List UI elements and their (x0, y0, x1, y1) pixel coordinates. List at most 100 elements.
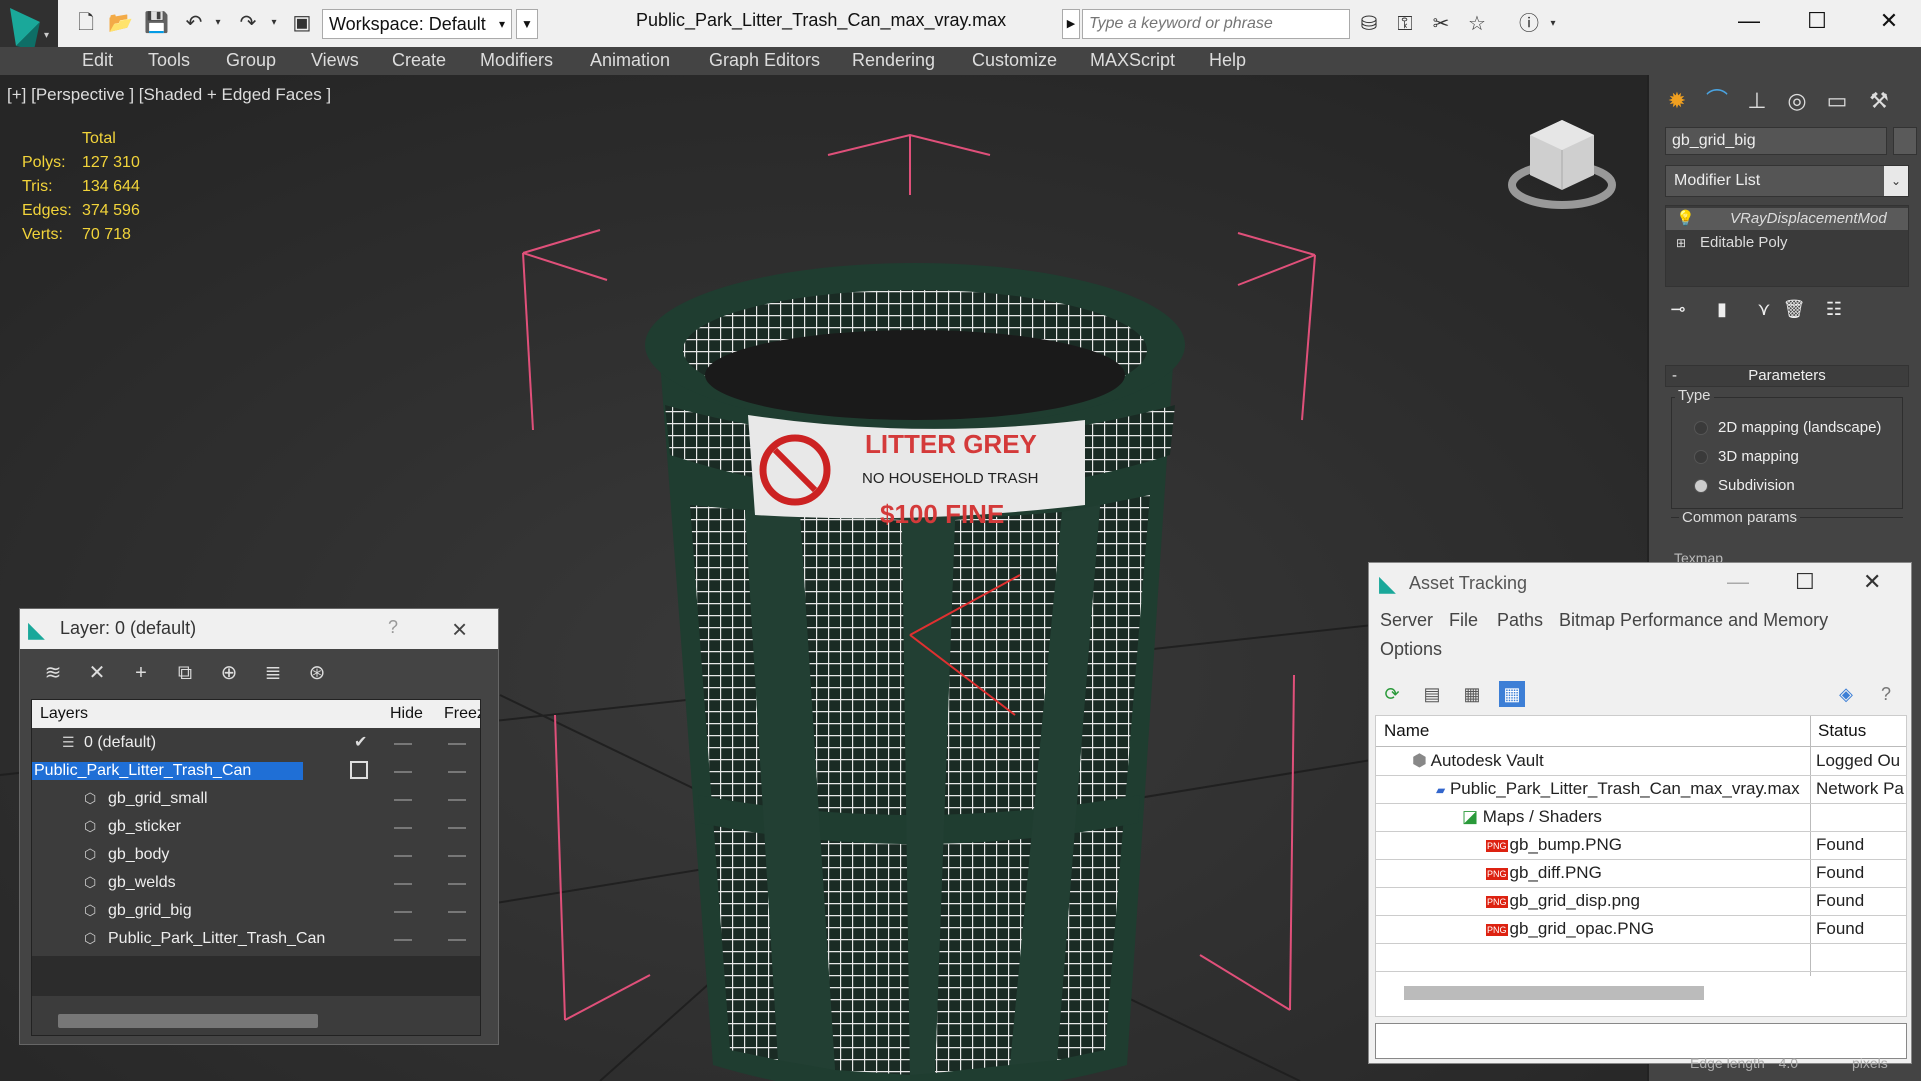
minimize-button[interactable]: — (1727, 569, 1749, 595)
thumbnail-view-icon[interactable]: ▦ (1459, 681, 1485, 707)
menu-views[interactable]: Views (311, 50, 359, 71)
freeze-toggle[interactable] (448, 743, 466, 745)
menu-paths[interactable]: Paths (1497, 610, 1543, 631)
new-layer-icon[interactable]: + (126, 659, 156, 687)
open-file-icon[interactable]: 📂 (108, 12, 133, 34)
hide-toggle[interactable] (394, 771, 412, 773)
freeze-toggle[interactable] (448, 855, 466, 857)
hide-toggle[interactable] (394, 911, 412, 913)
undo-icon[interactable]: ↶ (182, 12, 206, 34)
delete-layer-icon[interactable]: ✕ (82, 659, 112, 687)
pin-stack-icon[interactable]: ⊸ (1663, 295, 1693, 323)
save-icon[interactable]: 💾 (144, 12, 169, 34)
help-icon[interactable]: ⓘ (1516, 12, 1542, 36)
layer-row-object[interactable]: ⬡ gb_welds (32, 870, 480, 898)
edge-length-value[interactable]: 4.0 (1779, 1055, 1798, 1071)
help-button[interactable]: ? (388, 617, 398, 638)
col-hide[interactable]: Hide (390, 705, 423, 723)
key-icon[interactable]: ⚿ (1392, 12, 1418, 36)
close-button[interactable]: ✕ (1863, 569, 1881, 595)
menu-create[interactable]: Create (392, 50, 446, 71)
expand-icon[interactable]: ⊞ (1676, 232, 1686, 254)
star-icon[interactable]: ☆ (1464, 12, 1490, 36)
menu-edit[interactable]: Edit (82, 50, 113, 71)
redo-icon[interactable]: ↷ (236, 12, 260, 34)
hide-toggle[interactable] (394, 799, 412, 801)
table-view-icon[interactable]: ▦ (1499, 681, 1525, 707)
hide-toggle[interactable] (394, 743, 412, 745)
hide-toggle[interactable] (394, 939, 412, 941)
radio-3d-mapping[interactable]: 3D mapping (1694, 448, 1914, 465)
asset-row-texture[interactable]: PNG gb_grid_disp.png Found (1376, 887, 1906, 916)
asset-row-texture[interactable]: PNG gb_bump.PNG Found (1376, 831, 1906, 860)
tools-icon[interactable]: ✂ (1428, 12, 1454, 36)
freeze-toggle[interactable] (448, 771, 466, 773)
current-layer-box-icon[interactable] (350, 761, 368, 779)
close-button[interactable]: ✕ (1864, 6, 1914, 36)
stack-item-vray-displacement[interactable]: 💡 VRayDisplacementMod (1666, 208, 1908, 230)
motion-tab-icon[interactable]: ◎ (1779, 85, 1815, 117)
menu-animation[interactable]: Animation (590, 50, 670, 71)
menu-tools[interactable]: Tools (148, 50, 190, 71)
asset-row-texture[interactable]: PNG gb_diff.PNG Found (1376, 859, 1906, 888)
layer-props-icon[interactable]: ≋ (38, 659, 68, 687)
freeze-toggle[interactable] (448, 911, 466, 913)
horizontal-scrollbar[interactable] (1404, 986, 1704, 1000)
minimize-button[interactable]: — (1724, 6, 1774, 36)
hide-toggle[interactable] (394, 883, 412, 885)
new-file-icon[interactable]: 🗋 (74, 12, 98, 34)
asset-status-field[interactable] (1375, 1023, 1907, 1059)
maximize-button[interactable]: ☐ (1795, 569, 1815, 595)
object-name-field[interactable]: gb_grid_big (1665, 127, 1887, 155)
asset-row-max-file[interactable]: ▰ Public_Park_Litter_Trash_Can_max_vray.… (1376, 775, 1906, 804)
viewport-label[interactable]: [+] [Perspective ] [Shaded + Edged Faces… (7, 85, 331, 105)
freeze-toggle[interactable] (448, 827, 466, 829)
list-view-icon[interactable]: ▤ (1419, 681, 1445, 707)
menu-maxscript[interactable]: MAXScript (1090, 50, 1175, 71)
object-color-swatch[interactable] (1893, 127, 1917, 155)
menu-bitmap-performance[interactable]: Bitmap Performance and Memory (1559, 610, 1828, 631)
layer-dialog-titlebar[interactable]: ◣ Layer: 0 (default) ? × (20, 609, 498, 649)
layer-row-object[interactable]: ⬡ gb_body (32, 842, 480, 870)
horizontal-scrollbar[interactable] (58, 1014, 318, 1028)
asset-row-maps[interactable]: ◪ Maps / Shaders (1376, 803, 1906, 832)
modify-tab-icon[interactable]: ⌒ (1699, 85, 1735, 117)
close-button[interactable]: × (452, 614, 467, 645)
binoculars-icon[interactable]: ⛁ (1356, 12, 1382, 36)
freeze-toggle[interactable] (448, 883, 466, 885)
refresh-icon[interactable]: ⟳ (1379, 681, 1405, 707)
stack-item-editable-poly[interactable]: ⊞ Editable Poly (1666, 232, 1908, 254)
menu-rendering[interactable]: Rendering (852, 50, 935, 71)
undo-dropdown-icon[interactable]: ▾ (206, 12, 230, 34)
layer-row-object[interactable]: ⬡ gb_grid_big (32, 898, 480, 926)
workspace-menu-button[interactable]: ▼ (516, 9, 538, 39)
maximize-button[interactable]: ☐ (1792, 6, 1842, 36)
menu-options[interactable]: Options (1380, 639, 1442, 660)
select-objects-icon[interactable]: ⊕ (214, 659, 244, 687)
radio-subdivision[interactable]: Subdivision (1694, 477, 1914, 494)
freeze-toggle[interactable] (448, 939, 466, 941)
display-tab-icon[interactable]: ▭ (1819, 85, 1855, 117)
remove-modifier-icon[interactable]: 🗑 (1779, 295, 1809, 323)
menu-modifiers[interactable]: Modifiers (480, 50, 553, 71)
freeze-toggle[interactable] (448, 799, 466, 801)
menu-file[interactable]: File (1449, 610, 1478, 631)
layer-row-trash-can[interactable]: ⊟ Public_Park_Litter_Trash_Can (32, 758, 480, 786)
menu-group[interactable]: Group (226, 50, 276, 71)
project-folder-icon[interactable]: ▣ (290, 12, 314, 34)
checkmark-icon[interactable]: ✔ (354, 732, 367, 752)
layer-row-object[interactable]: ⬡ gb_grid_small (32, 786, 480, 814)
layer-row-default[interactable]: ☰ 0 (default) ✔ (32, 730, 480, 758)
highlight-layer-icon[interactable]: ≣ (258, 659, 288, 687)
menu-graph-editors[interactable]: Graph Editors (709, 50, 820, 71)
search-input[interactable] (1082, 9, 1350, 39)
hide-toggle[interactable] (394, 827, 412, 829)
asset-row-texture[interactable]: PNG gb_grid_opac.PNG Found (1376, 915, 1906, 944)
modifier-list-dropdown[interactable]: Modifier List ⌄ (1665, 165, 1909, 197)
lightbulb-icon[interactable]: 💡 (1676, 208, 1695, 230)
hide-toggle[interactable] (394, 855, 412, 857)
col-name[interactable]: Name (1384, 721, 1429, 741)
search-expand-button[interactable]: ▶ (1062, 9, 1080, 39)
layer-row-object[interactable]: ⬡ Public_Park_Litter_Trash_Can (32, 926, 480, 954)
redo-dropdown-icon[interactable]: ▾ (262, 12, 286, 34)
